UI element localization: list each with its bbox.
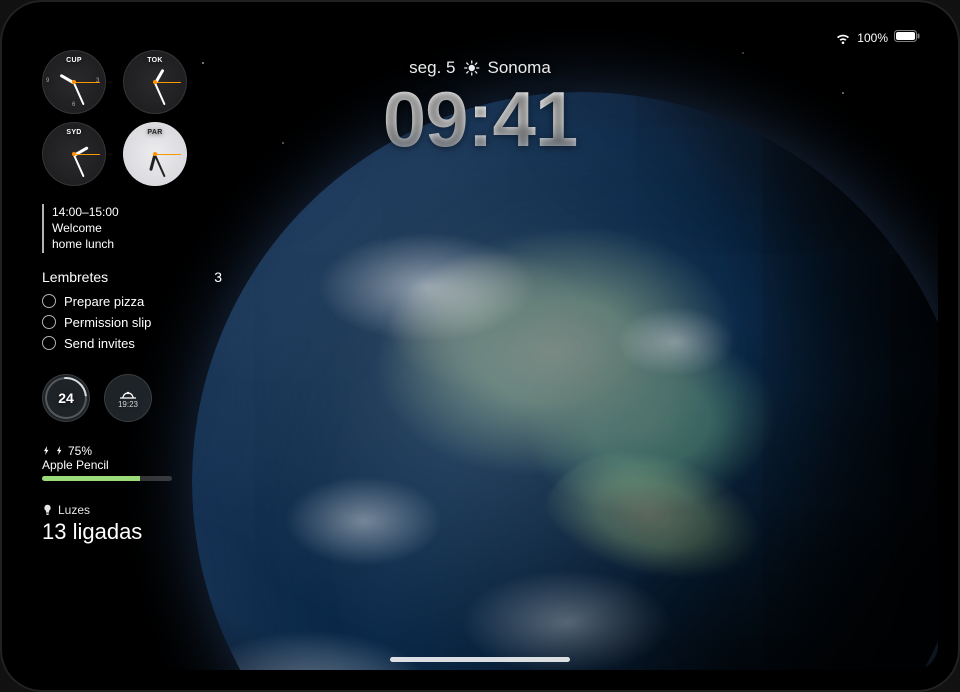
clock-cup[interactable]: CUP 6 9 3 [42, 50, 106, 114]
reminder-item[interactable]: Permission slip [42, 312, 222, 333]
reminder-checkbox[interactable] [42, 336, 56, 350]
reminder-checkbox[interactable] [42, 315, 56, 329]
event-time: 14:00–15:00 [52, 204, 222, 220]
wallpaper-earth [192, 92, 938, 670]
event-title-line2: home lunch [52, 236, 222, 252]
status-bar: 100% [835, 30, 920, 45]
reminders-header-label: Lembretes [42, 269, 108, 285]
sunset-widget[interactable]: 19:23 [104, 374, 152, 422]
lock-screen[interactable]: 100% seg. 5 Sonoma 09:41 CUP [22, 22, 938, 670]
sunset-time: 19:23 [118, 400, 138, 409]
clock-syd[interactable]: SYD [42, 122, 106, 186]
home-lights-widget[interactable]: Luzes 13 ligadas [42, 503, 222, 545]
reminder-item[interactable]: Prepare pizza [42, 291, 222, 312]
lock-screen-location: Sonoma [487, 58, 550, 78]
pencil-battery-bar [42, 476, 172, 481]
reminder-checkbox[interactable] [42, 294, 56, 308]
battery-icon [894, 30, 920, 45]
reminder-text: Send invites [64, 336, 135, 351]
reminder-item[interactable]: Send invites [42, 333, 222, 354]
lights-value: 13 ligadas [42, 519, 222, 545]
event-title-line1: Welcome [52, 220, 222, 236]
sun-icon [463, 60, 479, 76]
lock-screen-time: 09:41 [383, 80, 578, 158]
pencil-battery-percent: 75% [68, 444, 92, 458]
clock-city-label: TOK [123, 57, 187, 64]
lights-label: Luzes [58, 503, 90, 517]
apple-pencil-battery-widget[interactable]: 75% Apple Pencil [42, 444, 222, 481]
clock-tok[interactable]: TOK [123, 50, 187, 114]
ipad-frame: 100% seg. 5 Sonoma 09:41 CUP [0, 0, 960, 692]
clock-city-label: PAR [123, 129, 187, 136]
world-clock-widget[interactable]: CUP 6 9 3 TOK SYD [42, 50, 192, 186]
battery-percent-text: 100% [857, 31, 888, 45]
circular-widgets-row: 24 19:23 [42, 374, 222, 422]
home-indicator[interactable] [390, 657, 570, 662]
reminder-text: Permission slip [64, 315, 151, 330]
charging-bolt-icon [55, 446, 64, 455]
temperature-widget[interactable]: 24 [42, 374, 90, 422]
clock-city-label: CUP [42, 57, 106, 64]
charging-bolt-icon [42, 446, 51, 455]
reminders-widget[interactable]: Lembretes 3 Prepare pizza Permission sli… [42, 269, 222, 354]
sunset-icon [117, 386, 139, 400]
reminder-text: Prepare pizza [64, 294, 144, 309]
lock-screen-date: seg. 5 [409, 58, 455, 78]
clock-par[interactable]: PAR [123, 122, 187, 186]
pencil-battery-name: Apple Pencil [42, 458, 222, 472]
calendar-widget[interactable]: 14:00–15:00 Welcome home lunch [42, 204, 222, 253]
clock-city-label: SYD [42, 129, 106, 136]
temperature-value: 24 [58, 390, 74, 406]
lightbulb-icon [42, 504, 53, 515]
reminders-count: 3 [214, 269, 222, 285]
lock-screen-widgets: CUP 6 9 3 TOK SYD [42, 50, 222, 545]
lock-screen-time-block: seg. 5 Sonoma 09:41 [383, 58, 578, 158]
wifi-icon [835, 32, 851, 44]
